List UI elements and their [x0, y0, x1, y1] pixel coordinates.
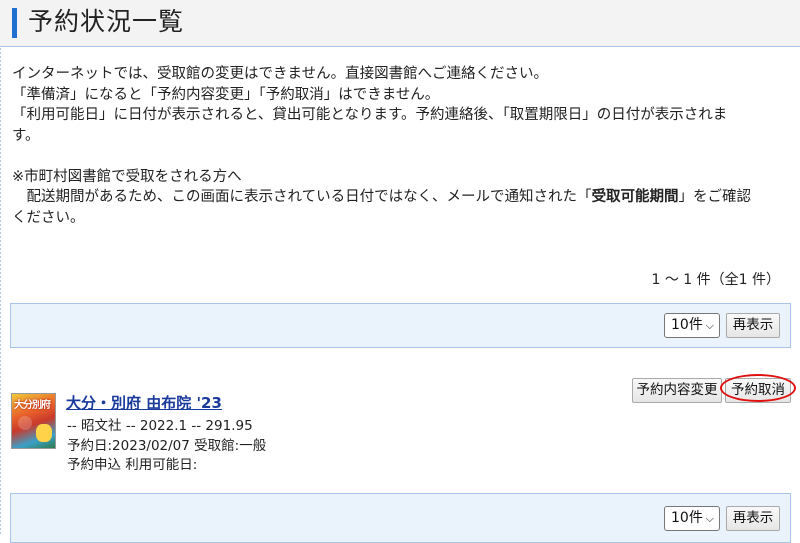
book-cover-image[interactable]: 大分別府	[11, 393, 56, 449]
cancel-reservation-button[interactable]: 予約取消	[725, 378, 791, 403]
per-page-select[interactable]: 10件 ⌵	[664, 313, 720, 338]
publisher-line: -- 昭文社 -- 2022.1 -- 291.95	[67, 418, 253, 434]
notice-line: ください。	[12, 209, 85, 226]
result-count: 1 ～ 1 件（全1 件）	[651, 272, 780, 288]
notice-text-part: 配送期間があるため、この画面に表示されている日付ではなく、メールで通知された「	[12, 189, 592, 205]
cover-title: 大分別府	[14, 400, 51, 411]
book-title-link[interactable]: 大分・別府 由布院 '23	[66, 392, 222, 413]
page-header: 予約状況一覧	[0, 0, 800, 47]
per-page-value: 10件	[671, 317, 703, 333]
refresh-button[interactable]: 再表示	[726, 313, 780, 338]
page-title: 予約状況一覧	[28, 7, 185, 36]
notice-line: ※市町村図書館で受取をされる方へ	[12, 168, 242, 185]
status-line: 予約申込 利用可能日:	[67, 457, 198, 473]
notice-line: インターネットでは、受取館の変更はできません。直接図書館へご連絡ください。	[12, 66, 549, 82]
change-reservation-button[interactable]: 予約内容変更	[632, 378, 722, 403]
book-meta: -- 昭文社 -- 2022.1 -- 291.95 予約日:2023/02/0…	[67, 417, 266, 476]
notice-text: インターネットでは、受取館の変更はできません。直接図書館へご連絡ください。 「準…	[12, 64, 787, 228]
notice-line: 配送期間があるため、この画面に表示されている日付ではなく、メールで通知された「受…	[12, 187, 787, 208]
title-accent-bar	[12, 8, 17, 38]
chevron-down-icon: ⌵	[705, 319, 714, 332]
chevron-down-icon: ⌵	[705, 512, 714, 525]
per-page-value: 10件	[671, 510, 703, 526]
pager-top: 10件 ⌵ 再表示	[10, 303, 791, 348]
left-border	[0, 0, 1, 536]
notice-line: 「準備済」になると「予約内容変更」「予約取消」はできません。	[12, 86, 440, 103]
reserve-line: 予約日:2023/02/07 受取館:一般	[67, 437, 267, 454]
notice-line: す。	[12, 127, 40, 144]
per-page-select[interactable]: 10件 ⌵	[664, 506, 720, 531]
refresh-button[interactable]: 再表示	[726, 506, 780, 531]
notice-text-part: 」をご確認	[678, 189, 752, 205]
notice-emphasis: 受取可能期間	[591, 189, 679, 205]
notice-line: 「利用可能日」に日付が表示されると、貸出可能となります。予約連絡後、「取置期限日…	[12, 107, 728, 123]
